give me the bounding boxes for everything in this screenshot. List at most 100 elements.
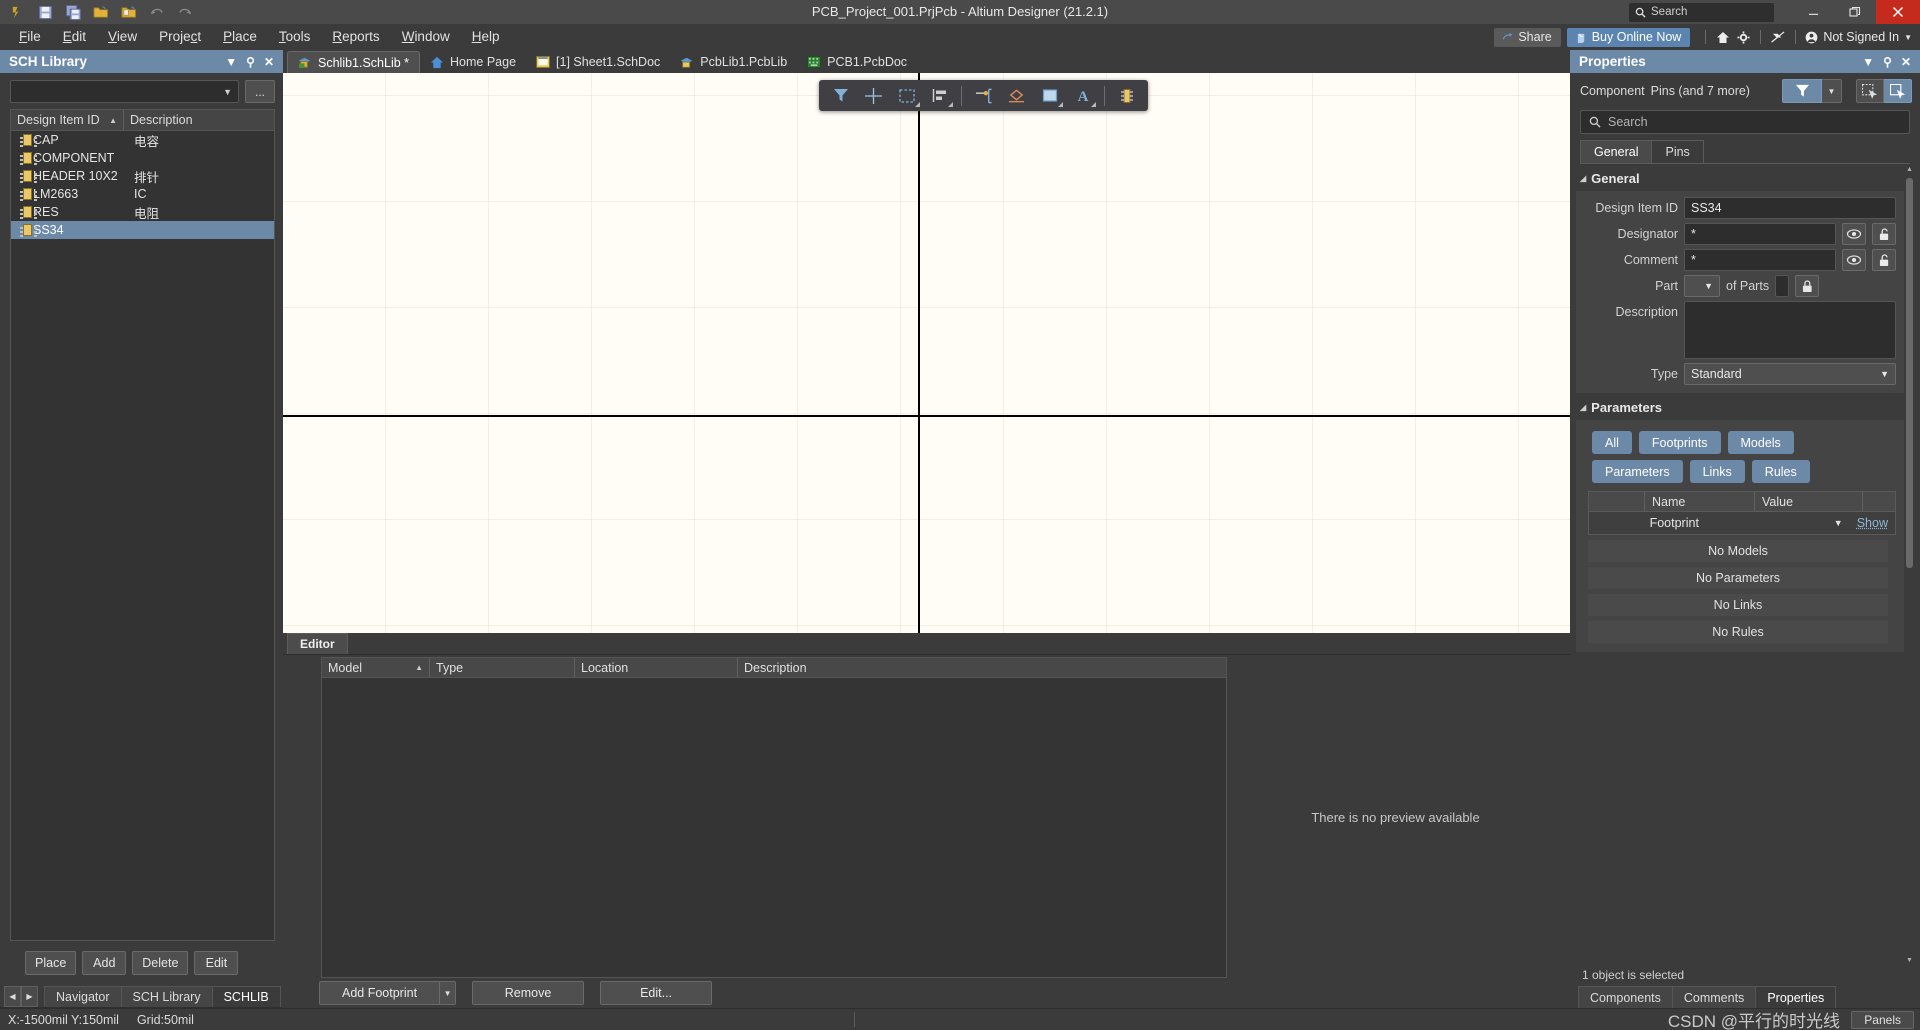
panel-menu-icon[interactable]: ▼ — [1862, 56, 1874, 68]
parameters-section-header[interactable]: ◢ Parameters — [1576, 393, 1904, 420]
altium-logo-icon[interactable] — [4, 1, 30, 23]
column-header-description[interactable]: Description — [124, 110, 274, 130]
scrollbar-thumb[interactable] — [1906, 178, 1913, 568]
align-icon[interactable] — [924, 83, 955, 109]
place-component-icon[interactable] — [1111, 83, 1142, 109]
notifications-off-icon[interactable] — [1768, 27, 1788, 47]
chip-all[interactable]: All — [1592, 431, 1632, 454]
edit-button[interactable]: Edit — [194, 951, 239, 975]
chip-models[interactable]: Models — [1727, 431, 1794, 454]
lock-open-icon[interactable] — [1872, 223, 1896, 245]
menu-help[interactable]: Help — [461, 24, 511, 50]
chevron-down-icon[interactable]: ▼ — [1834, 518, 1843, 528]
list-item[interactable]: LM2663 IC — [11, 185, 274, 203]
chevron-down-icon[interactable]: ▼ — [439, 981, 457, 1005]
select-touching-icon[interactable] — [1884, 79, 1912, 103]
chevron-down-icon[interactable]: ▼ — [1822, 79, 1842, 103]
undo-icon[interactable] — [144, 1, 170, 23]
save-all-icon[interactable] — [60, 1, 86, 23]
close-button[interactable] — [1876, 0, 1920, 24]
tab-components[interactable]: Components — [1578, 986, 1673, 1008]
doc-tab-pcblib1[interactable]: PcbLib1.PcbLib — [670, 51, 797, 73]
doc-tab-sheet1-schdoc[interactable]: [1] Sheet1.SchDoc — [526, 51, 670, 73]
delete-button[interactable]: Delete — [132, 951, 189, 975]
column-header-value[interactable]: Value — [1755, 492, 1863, 511]
tab-comments[interactable]: Comments — [1671, 986, 1757, 1008]
tab-general[interactable]: General — [1580, 140, 1653, 163]
column-header-model[interactable]: Model ▲ — [322, 658, 430, 677]
part-combo[interactable]: ▼ — [1684, 275, 1720, 297]
menu-edit[interactable]: Edit — [52, 24, 97, 50]
column-header-name[interactable]: Name — [1645, 492, 1755, 511]
panel-menu-icon[interactable]: ▼ — [225, 56, 237, 68]
place-polygon-icon[interactable] — [1001, 83, 1032, 109]
gear-icon[interactable] — [1733, 27, 1753, 47]
restore-button[interactable] — [1834, 0, 1876, 24]
general-section-header[interactable]: ◢ General — [1576, 164, 1904, 191]
table-row[interactable]: Footprint ▼ Show — [1589, 512, 1895, 534]
column-header-location[interactable]: Location — [575, 658, 738, 677]
menu-reports[interactable]: Reports — [321, 24, 390, 50]
schematic-canvas[interactable]: A — [283, 73, 1570, 633]
of-parts-value[interactable] — [1775, 275, 1790, 297]
filter-icon[interactable] — [1782, 79, 1822, 103]
close-icon[interactable]: ✕ — [1901, 56, 1911, 68]
doc-tab-pcb1-pcbdoc[interactable]: PCB1.PcbDoc — [797, 51, 917, 73]
add-footprint-button[interactable]: Add Footprint ▼ — [319, 981, 457, 1005]
doc-tab-schlib1[interactable]: Schlib1.SchLib * — [287, 51, 421, 73]
add-button[interactable]: Add — [82, 951, 127, 975]
edit-footprint-button[interactable]: Edit... — [600, 981, 713, 1005]
selection-rect-icon[interactable] — [891, 83, 922, 109]
scroll-down-icon[interactable]: ▼ — [1905, 955, 1914, 966]
open-icon[interactable] — [88, 1, 114, 23]
model-table-body[interactable] — [322, 678, 1226, 977]
menu-window[interactable]: Window — [391, 24, 461, 50]
list-item[interactable]: CAP 电容 — [11, 131, 274, 149]
properties-search-input[interactable]: Search — [1580, 110, 1910, 134]
visibility-eye-icon[interactable] — [1842, 223, 1866, 245]
share-button[interactable]: Share — [1494, 27, 1561, 47]
menu-view[interactable]: View — [97, 24, 148, 50]
chip-parameters[interactable]: Parameters — [1592, 460, 1683, 483]
tab-scroll-left-icon[interactable]: ◀ — [4, 986, 21, 1007]
doc-tab-home-page[interactable]: Home Page — [420, 51, 526, 73]
properties-scrollbar[interactable]: ▲ ▼ — [1905, 164, 1914, 966]
save-icon[interactable] — [32, 1, 58, 23]
place-button[interactable]: Place — [25, 951, 77, 975]
home-icon[interactable] — [1713, 27, 1733, 47]
library-browse-button[interactable]: ... — [245, 80, 275, 103]
close-icon[interactable]: ✕ — [264, 56, 274, 68]
tab-navigator[interactable]: Navigator — [44, 986, 122, 1007]
redo-icon[interactable] — [172, 1, 198, 23]
show-link[interactable]: Show — [1857, 516, 1888, 530]
menu-place[interactable]: Place — [212, 24, 268, 50]
global-search-input[interactable]: Search — [1629, 2, 1774, 22]
sign-in-button[interactable]: Not Signed In ▼ — [1805, 30, 1912, 44]
menu-file[interactable]: File — [8, 24, 52, 50]
chip-footprints[interactable]: Footprints — [1638, 431, 1721, 454]
visibility-eye-icon[interactable] — [1842, 249, 1866, 271]
tab-schlib[interactable]: SCHLIB — [211, 986, 281, 1007]
list-item[interactable]: RES 电阻 — [11, 203, 274, 221]
menu-project[interactable]: Project — [148, 24, 212, 50]
column-header-type[interactable]: Type — [430, 658, 575, 677]
pin-icon[interactable]: ⚲ — [1883, 56, 1892, 68]
tab-editor[interactable]: Editor — [287, 633, 348, 654]
list-item-selected[interactable]: SS34 — [11, 221, 274, 239]
place-pin-icon[interactable] — [968, 83, 999, 109]
chip-links[interactable]: Links — [1689, 460, 1745, 483]
menu-tools[interactable]: Tools — [268, 24, 322, 50]
tab-properties[interactable]: Properties — [1755, 986, 1837, 1008]
comment-input[interactable]: * — [1684, 249, 1836, 271]
list-item[interactable]: COMPONENT — [11, 149, 274, 167]
chip-rules[interactable]: Rules — [1751, 460, 1810, 483]
designator-input[interactable]: * — [1684, 223, 1836, 245]
column-header-design-item-id[interactable]: Design Item ID ▲ — [11, 110, 124, 130]
lock-open-icon[interactable] — [1872, 249, 1896, 271]
filter-icon[interactable] — [825, 83, 856, 109]
select-all-icon[interactable] — [1856, 79, 1884, 103]
place-text-icon[interactable]: A — [1067, 83, 1098, 109]
minimize-button[interactable] — [1792, 0, 1834, 24]
place-rectangle-icon[interactable] — [1034, 83, 1065, 109]
remove-button[interactable]: Remove — [472, 981, 585, 1005]
